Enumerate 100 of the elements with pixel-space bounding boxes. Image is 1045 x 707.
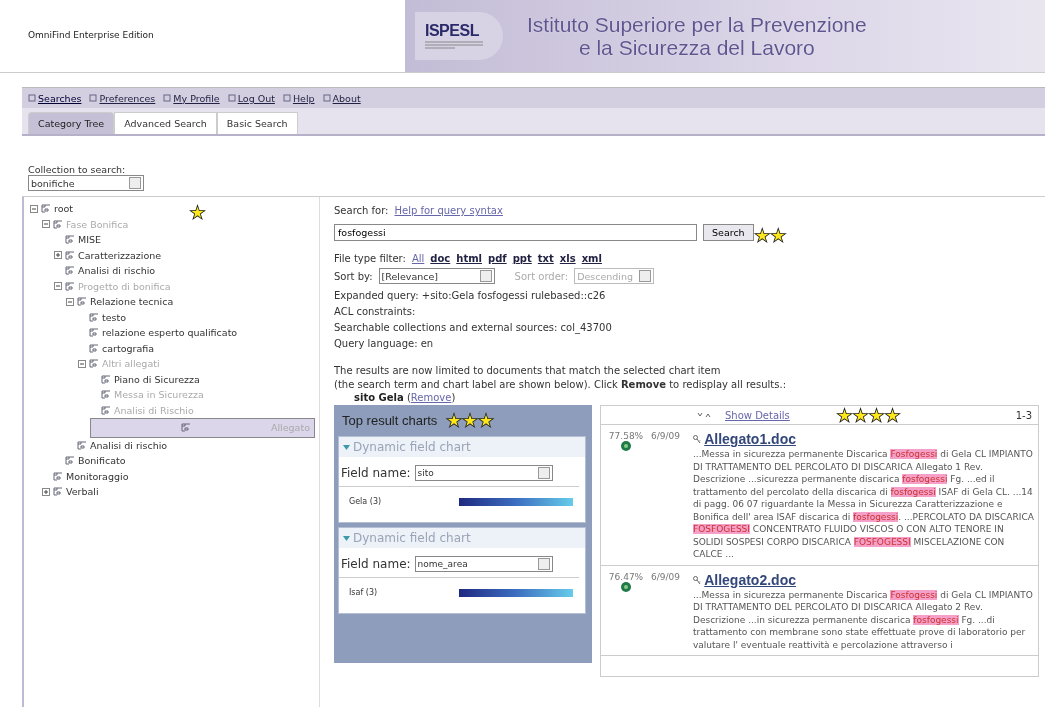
- bracket: (: [406, 392, 411, 403]
- tree-item[interactable]: testo: [78, 309, 131, 325]
- tree-item[interactable]: Analisi di rischio: [66, 437, 172, 453]
- result-title-link[interactable]: Allegato2.doc: [704, 571, 796, 588]
- gradient-bar[interactable]: [459, 588, 573, 597]
- file-type-link[interactable]: All: [411, 253, 425, 264]
- collection-dropdown[interactable]: bonifiche: [28, 175, 144, 191]
- collapse-triangle-icon[interactable]: [343, 444, 350, 450]
- sort-order-label: Sort order:: [514, 270, 569, 282]
- menu-link[interactable]: Log Out: [227, 92, 275, 104]
- menu-icon: [163, 94, 172, 102]
- file-type-link[interactable]: xml: [581, 253, 602, 264]
- category-icon: [53, 471, 63, 481]
- file-type-link[interactable]: xls: [559, 253, 576, 264]
- tree-item[interactable]: Bonificato: [54, 453, 130, 469]
- star-marker: ★★★★: [836, 406, 901, 425]
- status-badge-icon: [621, 441, 631, 451]
- tab[interactable]: Category Tree: [28, 112, 115, 134]
- collapse-icon[interactable]: [66, 297, 74, 306]
- file-type-link[interactable]: doc: [430, 253, 451, 264]
- file-type-link[interactable]: html: [456, 253, 482, 264]
- sort-label: Sort by:: [334, 270, 373, 282]
- tree-item[interactable]: root: [30, 201, 78, 217]
- collapse-icon[interactable]: [54, 282, 62, 291]
- tree-item[interactable]: Verbali: [42, 484, 103, 500]
- menu-icon: [322, 94, 331, 102]
- category-icon: [89, 343, 99, 353]
- tree-item[interactable]: MISE: [54, 232, 106, 248]
- result-range: 1-3: [1015, 409, 1032, 421]
- category-icon: [89, 328, 99, 338]
- logo-text: ISPESL: [425, 22, 480, 40]
- tree-item[interactable]: Caratterizzazione: [54, 247, 166, 263]
- key-icon: [693, 435, 701, 444]
- category-icon: [89, 312, 99, 322]
- sort-arrows-icon[interactable]: [697, 411, 711, 419]
- category-icon: [65, 266, 75, 276]
- menu-link[interactable]: Help: [282, 92, 315, 104]
- result-snippet: ...Messa in sicurezza permanente Discarica Fosfogessi di Gela CL IMPIANTO DI TRATTAMENTO DEL PERCOLATO DI DISCARICA Allegato 2 Rev. Descrizione ...in sicurezza permanente discarica fosfogessi Fg. ...di trattamento con membrane sono state effettuate prove di laboratorio per valutare l' eventuale reattività e percolazione attraverso i: [693, 588, 1034, 651]
- key-icon: [693, 575, 701, 585]
- collapse-triangle-icon[interactable]: [343, 535, 350, 541]
- bar-label: Isaf (3): [349, 588, 378, 597]
- score: 76.47%: [608, 571, 644, 582]
- collapse-icon[interactable]: [42, 220, 50, 229]
- search-button[interactable]: Search: [703, 224, 754, 241]
- tree-item[interactable]: Analisi di rischio: [54, 263, 160, 279]
- file-type-link[interactable]: txt: [537, 253, 554, 264]
- field-dropdown[interactable]: nome_area: [414, 556, 553, 572]
- collapse-icon[interactable]: [78, 359, 86, 368]
- category-icon: [77, 440, 87, 450]
- category-icon: [65, 250, 75, 260]
- result-title-link[interactable]: Allegato1.doc: [704, 431, 796, 447]
- tab[interactable]: Basic Search: [216, 112, 298, 134]
- filter-label: File type filter:: [334, 253, 406, 264]
- category-icon: [41, 204, 51, 214]
- expand-icon[interactable]: [42, 487, 50, 496]
- status-badge-icon: [621, 581, 631, 592]
- file-type-link[interactable]: pdf: [488, 253, 507, 264]
- star-marker: ★★: [753, 226, 786, 245]
- gradient-bar[interactable]: [459, 497, 573, 506]
- tree-item[interactable]: cartografia: [78, 340, 159, 356]
- category-icon: [101, 390, 111, 400]
- search-field[interactable]: fosfogessi: [334, 224, 697, 241]
- field-dropdown[interactable]: sito: [414, 465, 553, 481]
- tree-item[interactable]: relazione esperto qualificato: [78, 325, 242, 341]
- menu-icon: [28, 94, 36, 102]
- product-name: OmniFind Enterprise Edition: [27, 29, 155, 42]
- expand-icon[interactable]: [54, 251, 62, 260]
- category-icon: [101, 405, 111, 415]
- menu-link[interactable]: About: [322, 92, 361, 104]
- tree-item[interactable]: Relazione tecnica: [66, 294, 178, 310]
- sort-dropdown[interactable]: [Relevance]: [378, 268, 495, 284]
- score: 77.58%: [608, 431, 644, 441]
- category-icon: [65, 456, 75, 466]
- category-icon: [181, 423, 191, 433]
- tab[interactable]: Advanced Search: [114, 112, 217, 134]
- collapse-icon[interactable]: [30, 204, 38, 213]
- menu-link[interactable]: Preferences: [89, 92, 156, 104]
- search-label: Search for:: [334, 205, 389, 216]
- file-type-link[interactable]: ppt: [512, 253, 532, 264]
- category-icon: [53, 219, 63, 229]
- category-icon: [89, 359, 99, 369]
- category-icon: [77, 297, 87, 307]
- chart-title: Dynamic field chart: [353, 440, 471, 454]
- bracket: ): [451, 392, 456, 403]
- chart-title: Dynamic field chart: [353, 531, 471, 545]
- institute-title: Istituto Superiore per la Prevenzione: [527, 12, 867, 36]
- charts-title: Top result charts: [341, 412, 439, 430]
- tree-item[interactable]: Monitoraggio: [42, 468, 133, 484]
- query-info: Expanded query: +sito:Gela fosfogessi rulebased::c26: [334, 289, 607, 303]
- query-info: Query language: en: [334, 337, 435, 351]
- category-icon: [101, 374, 111, 384]
- collection-label: Collection to search:: [28, 164, 127, 175]
- result-date: 6/9/09: [651, 571, 681, 584]
- show-details-link[interactable]: Show Details: [725, 409, 790, 421]
- category-icon: [65, 235, 75, 245]
- tree-item[interactable]: Piano di Sicurezza: [90, 371, 204, 387]
- help-link[interactable]: Help for query syntax: [394, 205, 503, 216]
- menu-link[interactable]: My Profile: [163, 92, 220, 104]
- menu-link[interactable]: Searches: [28, 92, 82, 104]
- result-date: 6/9/09: [651, 431, 681, 443]
